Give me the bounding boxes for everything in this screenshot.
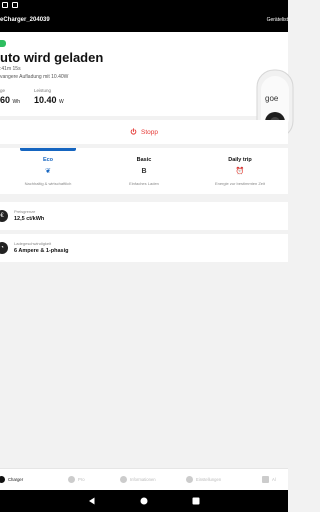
pro-icon bbox=[68, 476, 75, 483]
stop-label: Stopp bbox=[141, 129, 158, 136]
price-limit-card[interactable]: € Preisgrenze 12,5 ct/kWh bbox=[0, 202, 288, 230]
charging-mode-selector: Eco ❦ Nachhaltig & wirtschaftlich Basic … bbox=[0, 148, 288, 194]
recents-icon[interactable] bbox=[192, 497, 200, 505]
charger-icon bbox=[0, 476, 5, 483]
b-icon: B bbox=[141, 168, 147, 175]
nav-pro[interactable]: Pro bbox=[68, 469, 85, 491]
speed-label: Ladegeschwindigkeit bbox=[14, 241, 52, 246]
speed-value: 6 Ampere & 1-phasig bbox=[14, 248, 69, 254]
status-bar bbox=[0, 0, 288, 10]
bottom-navigation: Charger Pro Informationen Einstellungen … bbox=[0, 468, 288, 490]
gear-icon bbox=[186, 476, 193, 483]
nav-label: Charger bbox=[8, 477, 24, 482]
power-value: 10.40 W bbox=[34, 95, 64, 105]
leaf-icon: ❦ bbox=[45, 168, 51, 175]
mode-description: Energie zur bestimmten Zeit bbox=[214, 181, 266, 186]
charging-title: uto wird geladen bbox=[0, 50, 104, 65]
energy-label: ge bbox=[0, 88, 6, 93]
info-icon bbox=[120, 476, 127, 483]
nav-label: Einstellungen bbox=[196, 477, 222, 482]
device-brand-text: goe bbox=[265, 94, 279, 103]
price-value: 12,5 ct/kWh bbox=[14, 216, 45, 222]
mode-basic[interactable]: Basic B Einfaches Laden bbox=[96, 148, 192, 194]
charging-info: vangere Aufladung mit 10.40W bbox=[0, 74, 69, 80]
nav-label: Informationen bbox=[130, 477, 156, 482]
mode-name: Basic bbox=[136, 157, 152, 163]
stop-button[interactable]: Stopp bbox=[0, 120, 288, 144]
active-indicator bbox=[20, 148, 76, 151]
grid-icon bbox=[262, 476, 269, 483]
home-icon[interactable] bbox=[140, 497, 148, 505]
nav-settings[interactable]: Einstellungen bbox=[186, 469, 221, 491]
device-list-button[interactable]: Gerätelist bbox=[267, 17, 288, 23]
nav-label: Al bbox=[272, 477, 276, 482]
mode-eco[interactable]: Eco ❦ Nachhaltig & wirtschaftlich bbox=[0, 148, 96, 194]
screen: eCharger_204039 Gerätelist uto wird gela… bbox=[0, 0, 294, 512]
energy-value: 60 Wh bbox=[0, 95, 21, 105]
mode-daily-trip[interactable]: Daily trip ⏰ Energie zur bestimmten Zeit bbox=[192, 148, 288, 194]
notification-icon bbox=[2, 2, 8, 8]
charging-status-panel: uto wird geladen :41m 15s vangere Auflad… bbox=[0, 32, 294, 139]
elapsed-time: :41m 15s bbox=[0, 66, 21, 72]
mode-name: Eco bbox=[42, 157, 54, 163]
nav-charger[interactable]: Charger bbox=[0, 469, 23, 491]
nav-label: Pro bbox=[78, 477, 85, 482]
notification-icon bbox=[12, 2, 18, 8]
price-label: Preisgrenze bbox=[14, 209, 36, 214]
mode-name: Daily trip bbox=[228, 157, 252, 163]
nav-all[interactable]: Al bbox=[262, 469, 276, 491]
mode-description: Nachhaltig & wirtschaftlich bbox=[24, 181, 72, 186]
status-badge bbox=[0, 40, 6, 47]
power-label: Leistung bbox=[34, 88, 52, 93]
alarm-clock-icon: ⏰ bbox=[235, 168, 245, 175]
back-icon[interactable] bbox=[88, 497, 96, 505]
mode-description: Einfaches Laden bbox=[129, 181, 159, 186]
device-title: eCharger_204039 bbox=[0, 17, 50, 23]
charging-speed-card[interactable]: ◔ Ladegeschwindigkeit 6 Ampere & 1-phasi… bbox=[0, 234, 288, 262]
app-bar: eCharger_204039 Gerätelist bbox=[0, 10, 288, 32]
speedometer-icon: ◔ bbox=[0, 242, 8, 254]
euro-icon: € bbox=[0, 210, 8, 222]
system-navigation-bar bbox=[0, 490, 288, 512]
nav-information[interactable]: Informationen bbox=[120, 469, 156, 491]
power-icon bbox=[130, 128, 137, 135]
